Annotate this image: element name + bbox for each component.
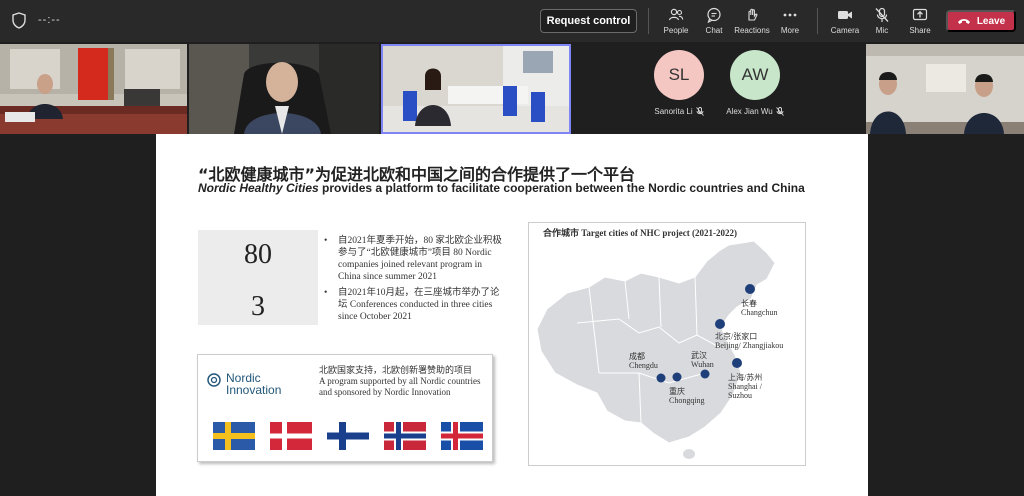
stats-box: 80 3 — [198, 230, 318, 325]
denmark-flag — [270, 422, 312, 450]
participant-name: Sanorita Li — [654, 107, 693, 116]
video-tile[interactable] — [866, 44, 1024, 134]
city-label-changchun: 长春 Changchun — [741, 299, 778, 317]
slide-title-en: Nordic Healthy Cities provides a platfor… — [198, 181, 805, 195]
logo-line2: Innovation — [226, 383, 282, 397]
city-label-chengdu: 成都 Chengdu — [629, 352, 658, 370]
nordic-flags — [213, 422, 483, 450]
share-button[interactable]: Share — [898, 5, 942, 39]
mic-label: Mic — [875, 26, 889, 35]
meeting-timer: --:-- — [38, 14, 61, 26]
avatar: AW — [730, 50, 780, 100]
innovation-desc-en: A program supported by all Nordic countr… — [319, 376, 481, 397]
camera-label: Camera — [830, 26, 860, 35]
shield-icon — [12, 12, 26, 29]
mic-off-icon — [875, 7, 889, 22]
people-label: People — [663, 26, 689, 35]
innovation-description: 北欧国家支持，北欧创新署赞助的项目 A program supported by… — [319, 365, 489, 398]
bullet-item: 自2021年10月起，在三座城市举办了论坛 Conferences conduc… — [322, 287, 502, 323]
reactions-icon — [748, 8, 758, 21]
nordic-innovation-logo-icon — [207, 373, 221, 387]
phone-hangup-icon — [957, 19, 970, 24]
iceland-flag — [441, 422, 483, 450]
target-cities-map: 合作城市 Target cities of NHC project (2021-… — [528, 222, 806, 466]
city-label-chongqing: 重庆 Chongqing — [669, 387, 705, 405]
chat-label: Chat — [705, 26, 723, 35]
avatar: SL — [654, 50, 704, 100]
participant-avatar-tile[interactable]: AW Alex Jian Wu — [720, 50, 790, 116]
bullet-list: 自2021年夏季开始，80 家北欧企业积极参与了“北欧健康城市”项目 80 No… — [322, 235, 502, 327]
sweden-flag — [213, 422, 255, 450]
participant-video — [189, 44, 379, 134]
video-tile[interactable] — [0, 44, 187, 134]
participant-video — [0, 44, 187, 134]
innovation-desc-cn: 北欧国家支持，北欧创新署赞助的项目 — [319, 365, 473, 375]
mic-off-icon — [695, 107, 704, 116]
video-tile[interactable] — [189, 44, 379, 134]
people-icon — [668, 8, 684, 21]
request-control-button[interactable]: Request control — [540, 9, 637, 33]
avatar-initials: SL — [668, 65, 690, 84]
nordic-innovation-box: Nordic Innovation 北欧国家支持，北欧创新署赞助的项目 A pr… — [197, 354, 493, 462]
leave-label: Leave — [976, 15, 1006, 27]
city-label-beijing: 北京/张家口 Beijing/ Zhangjiakou — [715, 332, 784, 350]
camera-icon — [838, 11, 852, 19]
bullet-item: 自2021年夏季开始，80 家北欧企业积极参与了“北欧健康城市”项目 80 No… — [322, 235, 502, 283]
mic-off-icon — [775, 107, 784, 116]
toolbar-divider — [817, 8, 818, 34]
city-label-wuhan: 武汉 Wuhan — [691, 351, 714, 369]
stat-conferences: 3 — [251, 291, 265, 322]
participant-strip: SL Sanorita Li AW Alex Jian Wu — [0, 42, 1024, 134]
more-icon — [783, 13, 797, 17]
stat-companies: 80 — [244, 239, 272, 270]
leave-button[interactable]: Leave — [946, 10, 1016, 32]
shared-slide: “北欧健康城市”为促进北欧和中国之间的合作提供了一个平台 Nordic Heal… — [156, 134, 868, 496]
nordic-innovation-logo: Nordic Innovation — [206, 372, 281, 396]
participant-avatar-tile[interactable]: SL Sanorita Li — [644, 50, 714, 116]
share-icon — [912, 8, 928, 21]
finland-flag — [327, 422, 369, 450]
more-label: More — [780, 26, 800, 35]
active-speaker-tile[interactable] — [381, 44, 571, 134]
slide-title-en-italic: Nordic Healthy Cities — [198, 181, 319, 195]
more-button[interactable]: More — [768, 5, 812, 39]
slide-title-en-rest: provides a platform to facilitate cooper… — [318, 181, 805, 195]
participant-video — [866, 44, 1024, 134]
reactions-label: Reactions — [734, 26, 770, 35]
participant-name: Alex Jian Wu — [726, 107, 773, 116]
toolbar-divider — [648, 8, 649, 34]
chat-icon — [707, 7, 721, 23]
participant-video — [383, 46, 569, 132]
avatar-initials: AW — [741, 65, 769, 84]
meeting-toolbar: --:-- Request control People Chat Reacti… — [0, 0, 1024, 42]
share-label: Share — [909, 26, 931, 35]
city-label-shanghai: 上海/苏州 Shanghai / Suzhou — [728, 373, 763, 400]
norway-flag — [384, 422, 426, 450]
